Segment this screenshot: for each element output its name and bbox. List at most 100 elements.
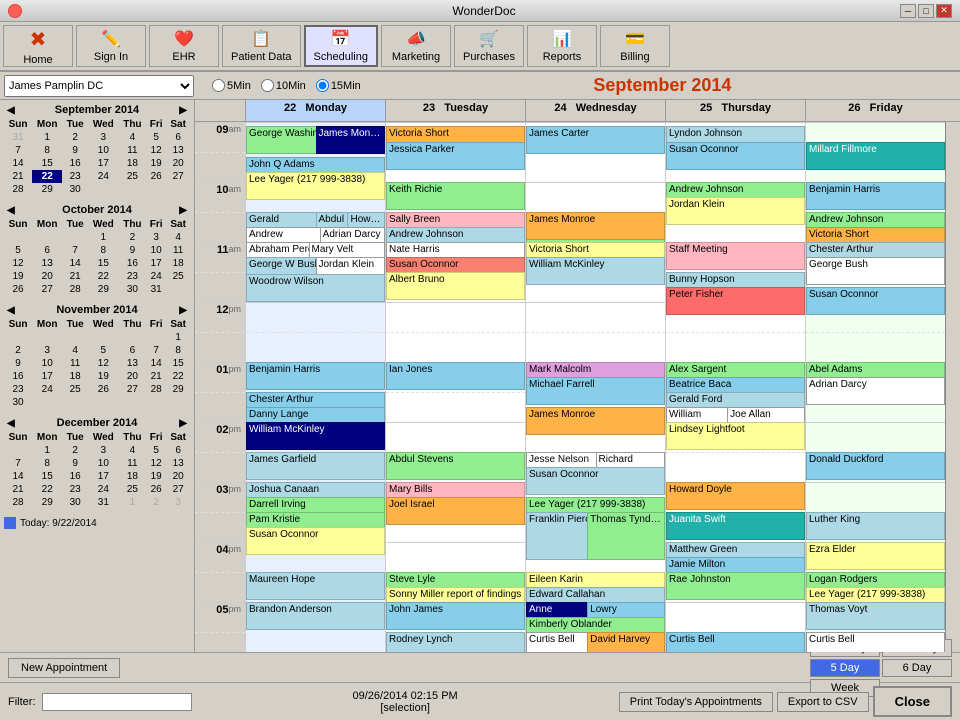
prev-dec-btn[interactable]: ◀ <box>4 418 18 429</box>
menu-signin[interactable]: ✏️ Sign In <box>76 25 146 67</box>
appt-rodney-lynch[interactable]: Rodney Lynch <box>386 632 525 652</box>
appt-thomas-voyt[interactable]: Thomas Voyt <box>806 602 945 630</box>
close-main-btn[interactable]: Close <box>873 686 952 717</box>
menu-purchases[interactable]: 🛒 Purchases <box>454 25 524 67</box>
day-header-25: 25 Thursday <box>665 100 805 121</box>
time-slot-915 <box>195 152 245 182</box>
day-col-25[interactable]: Lyndon Johnson Susan Oconnor Andrew John… <box>665 122 805 652</box>
appt-george-bush-fri[interactable]: George Bush <box>806 257 945 285</box>
appt-susan-oconnor-wed[interactable]: Susan Oconnor <box>526 467 665 495</box>
appt-joel-israel[interactable]: Joel Israel <box>386 497 525 525</box>
doctor-select[interactable]: James Pamplin DC <box>4 75 194 97</box>
appt-albert-bruno[interactable]: Albert Bruno <box>386 272 525 300</box>
appt-jessica-parker[interactable]: Jessica Parker <box>386 142 525 170</box>
appt-susan-oconnor-mon[interactable]: Susan Oconnor <box>246 527 385 555</box>
appt-staff-meeting[interactable]: Staff Meeting <box>666 242 805 270</box>
prev-month-btn[interactable]: ◀ <box>4 105 18 116</box>
close-btn-title[interactable]: ✕ <box>936 4 952 18</box>
reports-icon: 📊 <box>552 29 572 49</box>
appt-james-garfield[interactable]: James Garfield <box>246 452 385 480</box>
five-day-btn[interactable]: 5 Day <box>810 659 880 677</box>
next-month-btn[interactable]: ▶ <box>176 105 190 116</box>
appt-william-mckinley-mon[interactable]: William McKinley <box>246 422 385 450</box>
appt-james-monroe-wed2[interactable]: James Monroe <box>526 407 665 435</box>
appt-thomas-tyndale[interactable]: Thomas Tyndale <box>587 512 665 560</box>
day-col-26[interactable]: Millard Fillmore Benjamin Harris Andrew … <box>805 122 945 652</box>
appt-howard-doyle[interactable]: Howard Doyle <box>666 482 805 510</box>
time-slot-1015 <box>195 212 245 242</box>
radio-10min[interactable]: 10Min <box>261 79 306 92</box>
appt-ian-jones[interactable]: Ian Jones <box>386 362 525 390</box>
appt-donald-duckford[interactable]: Donald Duckford <box>806 452 945 480</box>
new-appointment-button[interactable]: New Appointment <box>8 658 120 678</box>
appt-adrian-darcy-fri[interactable]: Adrian Darcy <box>806 377 945 405</box>
filter-input[interactable] <box>42 693 192 711</box>
appt-susan-oconnor-fri[interactable]: Susan Oconnor <box>806 287 945 315</box>
close-window-btn[interactable] <box>8 4 22 18</box>
appt-william-mckinley-wed[interactable]: William McKinley <box>526 257 665 285</box>
six-day-btn[interactable]: 6 Day <box>882 659 952 677</box>
appt-millard-fillmore[interactable]: Millard Fillmore <box>806 142 945 170</box>
prev-oct-btn[interactable]: ◀ <box>4 205 18 216</box>
menu-home-label: Home <box>23 54 52 66</box>
appt-david-harvey[interactable]: David Harvey <box>587 632 665 652</box>
menubar: ✖ Home ✏️ Sign In ❤️ EHR 📋 Patient Data … <box>0 22 960 72</box>
appt-susan-oconnor-thu[interactable]: Susan Oconnor <box>666 142 805 170</box>
day-col-23[interactable]: Victoria Short Jessica Parker Keith Rich… <box>385 122 525 652</box>
minimize-btn[interactable]: ─ <box>900 4 916 18</box>
appt-jordan-klein-thu[interactable]: Jordan Klein <box>666 197 805 225</box>
print-appointments-btn[interactable]: Print Today's Appointments <box>619 692 773 712</box>
menu-ehr[interactable]: ❤️ EHR <box>149 25 219 67</box>
appt-brandon-anderson[interactable]: Brandon Anderson <box>246 602 385 630</box>
radio-15min[interactable]: 15Min <box>316 79 361 92</box>
appt-luther-king[interactable]: Luther King <box>806 512 945 540</box>
day-col-24[interactable]: James Carter Andrew Johnson Victoria Sho… <box>525 122 665 652</box>
menu-signin-label: Sign In <box>94 51 128 63</box>
purchases-icon: 🛒 <box>479 29 499 49</box>
mini-cal-oct-title: October 2014 <box>62 204 132 216</box>
inner-cal[interactable]: 09am 10am 11am 12pm 01pm 02pm 03pm <box>195 122 945 652</box>
appt-keith-richie[interactable]: Keith Richie <box>386 182 525 210</box>
time-slot-2pm: 02pm <box>195 422 245 452</box>
appt-john-james[interactable]: John James <box>386 602 525 630</box>
appt-james-carter[interactable]: James Carter <box>526 126 665 154</box>
appt-benjamin-harris[interactable]: Benjamin Harris <box>246 362 385 390</box>
appt-michael-farrell[interactable]: Michael Farrell <box>526 377 665 405</box>
appt-juanita-swift[interactable]: Juanita Swift <box>666 512 805 540</box>
menu-home[interactable]: ✖ Home <box>3 25 73 67</box>
day-24-slots: James Carter Andrew Johnson Victoria Sho… <box>526 122 665 652</box>
appt-ezra-elder[interactable]: Ezra Elder <box>806 542 945 570</box>
appt-james-monroe-wed[interactable]: James Monroe <box>526 212 665 240</box>
time-slot-4pm: 04pm <box>195 542 245 572</box>
month-title: September 2014 <box>369 75 956 96</box>
appt-peter-fisher[interactable]: Peter Fisher <box>666 287 805 315</box>
next-nov-btn[interactable]: ▶ <box>176 305 190 316</box>
menu-purchases-label: Purchases <box>463 51 515 63</box>
vertical-scrollbar[interactable] <box>945 122 960 652</box>
menu-reports[interactable]: 📊 Reports <box>527 25 597 67</box>
prev-nov-btn[interactable]: ◀ <box>4 305 18 316</box>
maximize-btn[interactable]: □ <box>918 4 934 18</box>
appt-abdul-stevens[interactable]: Abdul Stevens <box>386 452 525 480</box>
next-oct-btn[interactable]: ▶ <box>176 205 190 216</box>
appt-woodrow-wilson[interactable]: Woodrow Wilson <box>246 274 385 302</box>
appt-lindsey-lightfoot[interactable]: Lindsey Lightfoot <box>666 422 805 450</box>
export-csv-btn[interactable]: Export to CSV <box>777 692 869 712</box>
time-slot-515 <box>195 632 245 652</box>
appt-benjamin-harris-fri[interactable]: Benjamin Harris <box>806 182 945 210</box>
menu-marketing[interactable]: 📣 Marketing <box>381 25 451 67</box>
appt-curtis-bell-fri[interactable]: Curtis Bell <box>806 632 945 652</box>
day-col-22[interactable]: George Washington John Q Adams Lee Yager… <box>245 122 385 652</box>
time-slot-9: 09am <box>195 122 245 152</box>
menu-patient-data[interactable]: 📋 Patient Data <box>222 25 301 67</box>
next-dec-btn[interactable]: ▶ <box>176 418 190 429</box>
appt-lee-yager-mon[interactable]: Lee Yager (217 999-3838) <box>246 172 385 200</box>
appt-rae-johnston[interactable]: Rae Johnston <box>666 572 805 600</box>
menu-scheduling[interactable]: 📅 Scheduling <box>304 25 378 67</box>
menu-billing[interactable]: 💳 Billing <box>600 25 670 67</box>
appt-james-monroe-mon[interactable]: James Monroe <box>316 126 386 154</box>
appt-curtis-bell-thu[interactable]: Curtis Bell <box>666 632 805 652</box>
appt-maureen-hope[interactable]: Maureen Hope <box>246 572 385 600</box>
toolbar: James Pamplin DC 5Min 10Min 15Min Septem… <box>0 72 960 100</box>
radio-5min[interactable]: 5Min <box>212 79 251 92</box>
